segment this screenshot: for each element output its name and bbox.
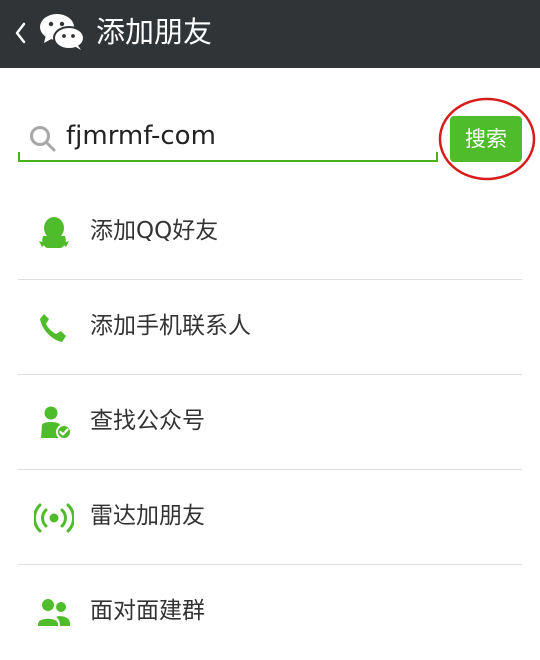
menu-item-radar-add-friends[interactable]: 雷达加朋友 — [18, 470, 522, 565]
phone-icon — [40, 314, 66, 342]
chevron-left-icon — [15, 22, 26, 44]
page-title: 添加朋友 — [96, 15, 213, 49]
menu-item-add-phone-contacts[interactable]: 添加手机联系人 — [18, 280, 522, 375]
official-account-icon — [41, 406, 72, 440]
menu-item-label: 查找公众号 — [90, 408, 205, 434]
menu-item-add-qq-friend[interactable]: 添加QQ好友 — [18, 185, 522, 280]
menu-item-find-official-accounts[interactable]: 查找公众号 — [18, 375, 522, 470]
qq-penguin-icon — [39, 217, 69, 248]
radar-icon — [34, 503, 74, 533]
menu-item-face-to-face-group[interactable]: 面对面建群 — [18, 565, 522, 660]
search-input[interactable]: fjmrmf-com — [66, 120, 216, 152]
menu-item-label: 添加QQ好友 — [90, 218, 219, 244]
top-navigation-bar: 添加朋友 — [0, 0, 540, 68]
search-icon — [30, 126, 56, 152]
search-field[interactable]: fjmrmf-com — [18, 112, 438, 162]
menu-item-label: 雷达加朋友 — [90, 503, 205, 529]
add-friend-options: 添加QQ好友 添加手机联系人 查找公众号 雷达加朋友 面对面建群 — [18, 185, 522, 660]
back-button[interactable] — [8, 18, 32, 48]
search-button[interactable]: 搜索 — [450, 116, 522, 162]
menu-item-label: 面对面建群 — [90, 598, 205, 624]
menu-item-label: 添加手机联系人 — [90, 313, 251, 339]
group-icon — [38, 599, 70, 626]
wechat-logo-icon — [40, 14, 85, 50]
